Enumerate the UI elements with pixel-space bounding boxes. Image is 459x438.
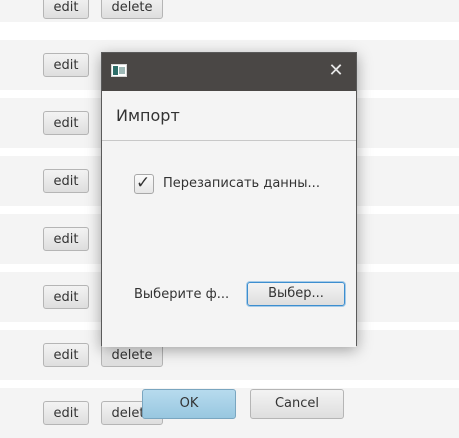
edit-button[interactable]: edit: [43, 111, 89, 135]
edit-button[interactable]: edit: [43, 401, 89, 425]
edit-button[interactable]: edit: [43, 285, 89, 309]
checkmark-icon: ✓: [136, 173, 151, 193]
overwrite-checkbox[interactable]: ✓: [134, 173, 154, 194]
import-dialog: ✕ Импорт ✓ Перезаписать данны... Выберит…: [101, 52, 357, 419]
dialog-title: Импорт: [116, 106, 180, 125]
dialog-titlebar[interactable]: ✕: [102, 53, 356, 91]
app-window-icon: [111, 64, 127, 77]
edit-button[interactable]: edit: [43, 53, 89, 77]
dialog-content: ✓ Перезаписать данны... Выберите ф... Вы…: [102, 141, 356, 419]
delete-button[interactable]: delete: [101, 0, 163, 19]
edit-button[interactable]: edit: [43, 343, 89, 367]
overwrite-checkbox-label[interactable]: Перезаписать данны...: [163, 176, 320, 191]
file-chooser-label: Выберите ф...: [134, 287, 230, 302]
ok-button[interactable]: OK: [142, 389, 236, 419]
choose-file-button[interactable]: Выбер...: [247, 282, 345, 306]
cancel-button[interactable]: Cancel: [250, 389, 344, 419]
list-row: edit delete: [0, 0, 459, 22]
dialog-header: Импорт: [102, 91, 356, 141]
close-icon[interactable]: ✕: [326, 61, 346, 81]
edit-button[interactable]: edit: [43, 227, 89, 251]
edit-button[interactable]: edit: [43, 0, 89, 19]
edit-button[interactable]: edit: [43, 169, 89, 193]
